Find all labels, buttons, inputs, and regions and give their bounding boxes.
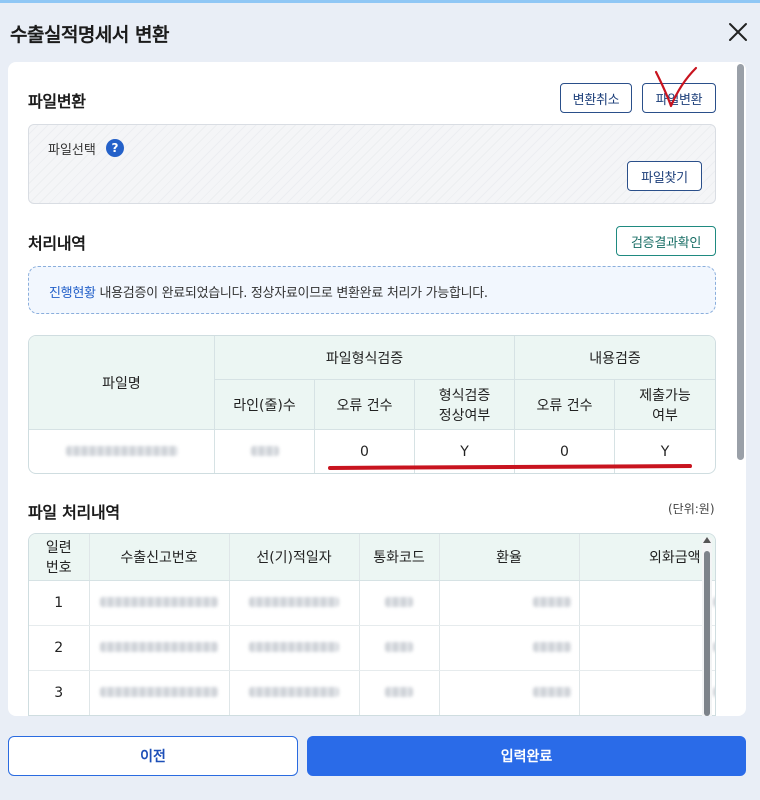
header-content-error-count: 오류 건수 [515, 380, 615, 430]
header-format-group: 파일형식검증 [215, 336, 515, 380]
cell-file-name-redacted [29, 430, 215, 473]
cell-redacted [359, 670, 440, 715]
table-row: 3 [29, 670, 715, 715]
cell-redacted [229, 625, 360, 671]
unit-label: (단위:원) [668, 502, 715, 516]
header-rate: 환율 [439, 534, 580, 581]
find-file-button[interactable]: 파일찾기 [627, 161, 702, 191]
header-export-no: 수출신고번호 [89, 534, 230, 581]
help-icon[interactable]: ? [106, 139, 124, 157]
header-line-count: 라인(줄)수 [215, 380, 315, 430]
header-seq-line2: 번호 [45, 559, 72, 576]
header-seq-line1: 일련 [45, 539, 72, 556]
table-row: 2 [29, 625, 715, 671]
process-section-title: 처리내역 [28, 234, 86, 253]
file-select-box [28, 124, 716, 204]
header-submit-ok: 제출가능여부 [615, 380, 715, 430]
cell-redacted [89, 670, 230, 715]
cancel-convert-button[interactable]: 변환취소 [560, 83, 632, 113]
cell-line-count-redacted [215, 430, 315, 473]
cell-redacted [439, 580, 580, 626]
header-submit-ok-line2: 여부 [652, 407, 678, 424]
file-select-label: 파일선택 [48, 143, 96, 158]
cell-redacted [579, 580, 715, 626]
content-scrollbar-thumb[interactable] [737, 64, 744, 460]
cell-redacted [359, 625, 440, 671]
progress-notice-label: 진행현황 [49, 286, 96, 301]
cell-redacted [579, 670, 715, 715]
header-currency: 통화코드 [359, 534, 440, 581]
detail-section-title: 파일 처리내역 [28, 503, 120, 522]
row-seq: 1 [29, 580, 90, 626]
header-fx-amount: 외화금액 [579, 534, 715, 581]
cell-redacted [89, 625, 230, 671]
row-seq: 2 [29, 625, 90, 671]
row-seq: 3 [29, 670, 90, 715]
cell-redacted [359, 580, 440, 626]
header-format-ok-line1: 형식검증 [438, 387, 491, 404]
scroll-up-arrow-icon[interactable] [703, 537, 711, 543]
cell-redacted [579, 625, 715, 671]
cell-redacted [89, 580, 230, 626]
validation-table: 파일명 파일형식검증 내용검증 라인(줄)수 오류 건수 형식검증정상여부 오류… [28, 335, 716, 474]
cell-redacted [439, 625, 580, 671]
top-accent-line [0, 0, 760, 3]
input-complete-button[interactable]: 입력완료 [307, 736, 746, 776]
check-result-button[interactable]: 검증결과확인 [616, 226, 716, 256]
header-submit-ok-line1: 제출가능 [639, 387, 691, 404]
file-section-title: 파일변환 [28, 92, 86, 111]
table-row: 1 [29, 580, 715, 626]
progress-notice: 진행현황 내용검증이 완료되었습니다. 정상자료이므로 변환완료 처리가 가능합… [28, 266, 716, 314]
cell-redacted [229, 670, 360, 715]
progress-notice-text: 내용검증이 완료되었습니다. 정상자료이므로 변환완료 처리가 가능합니다. [95, 286, 488, 301]
header-ship-date: 선(기)적일자 [229, 534, 360, 581]
modal-title: 수출실적명세서 변환 [10, 24, 169, 46]
close-icon[interactable] [726, 20, 750, 44]
header-file-name: 파일명 [29, 336, 215, 430]
header-format-ok: 형식검증정상여부 [415, 380, 515, 430]
header-seq: 일련번호 [29, 534, 90, 581]
detail-table: 일련번호 수출신고번호 선(기)적일자 통화코드 환율 외화금액 1 2 3 [29, 534, 715, 715]
file-convert-button[interactable]: 파일변환 [642, 83, 716, 113]
detail-table-container: 일련번호 수출신고번호 선(기)적일자 통화코드 환율 외화금액 1 2 3 [28, 533, 716, 716]
header-format-error-count: 오류 건수 [315, 380, 415, 430]
cell-redacted [439, 670, 580, 715]
cell-redacted [229, 580, 360, 626]
header-content-group: 내용검증 [515, 336, 715, 380]
header-format-ok-line2: 정상여부 [438, 407, 491, 424]
prev-button[interactable]: 이전 [8, 736, 298, 776]
detail-table-scrollbar-thumb[interactable] [704, 551, 710, 716]
